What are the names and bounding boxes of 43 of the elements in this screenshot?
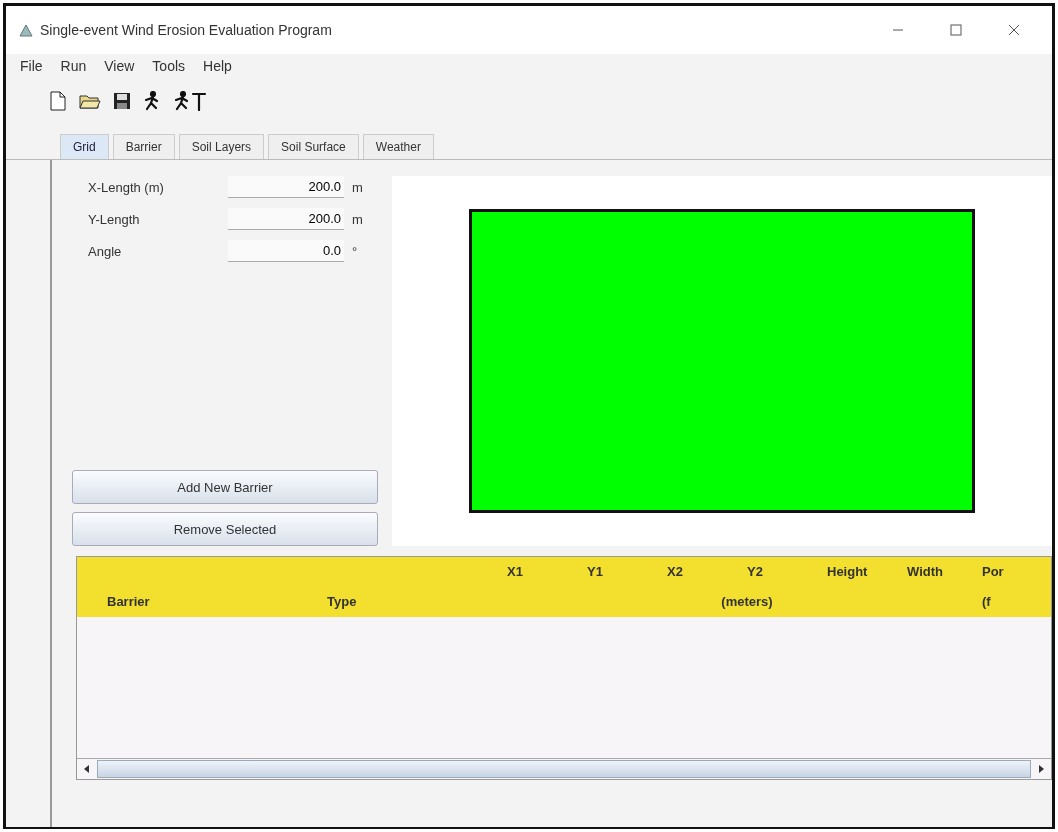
left-arrow-icon xyxy=(83,765,91,773)
tab[interactable]: Soil Surface xyxy=(268,134,359,159)
column-header: (f xyxy=(982,594,991,610)
unit-label: ° xyxy=(351,243,359,259)
maximize-icon xyxy=(950,24,962,36)
right-arrow-icon xyxy=(1037,765,1045,773)
new-file-icon xyxy=(49,91,67,111)
field-label: X-Length (m) xyxy=(88,179,165,195)
folder-icon xyxy=(79,92,101,110)
horizontal-scrollbar[interactable] xyxy=(77,758,1051,779)
column-header: Width xyxy=(907,564,943,580)
action-button[interactable]: Add New Barrier xyxy=(72,470,378,504)
menu-item[interactable]: Tools xyxy=(152,58,186,74)
unit-header: (meters) xyxy=(721,594,773,610)
menu-item[interactable]: File xyxy=(20,58,43,74)
column-header: Height xyxy=(827,564,868,580)
column-header: X1 xyxy=(507,564,523,580)
menu-item[interactable]: Help xyxy=(203,58,232,74)
running-figure-text-icon xyxy=(173,91,209,111)
column-header: Barrier xyxy=(107,594,150,610)
column-header: Y2 xyxy=(747,564,763,580)
tab[interactable]: Weather xyxy=(362,134,434,159)
close-icon xyxy=(1008,24,1020,36)
column-header: Por xyxy=(982,564,1004,580)
action-button[interactable]: Remove Selected xyxy=(72,512,378,546)
input-field[interactable]: 200.0 xyxy=(228,176,344,198)
field-label: Angle xyxy=(88,243,123,259)
column-header: Type xyxy=(327,594,357,610)
window-title: Single-event Wind Erosion Evaluation Program xyxy=(40,22,332,38)
running-figure-icon xyxy=(143,91,161,111)
tab[interactable]: Barrier xyxy=(112,134,175,159)
unit-label: m xyxy=(351,211,364,227)
field-label: Y-Length xyxy=(88,211,141,227)
menu-item[interactable]: View xyxy=(104,58,135,74)
app-icon xyxy=(18,22,34,38)
input-field[interactable]: 0.0 xyxy=(228,240,344,262)
tab[interactable]: Grid xyxy=(60,134,109,159)
menu-item[interactable]: Run xyxy=(60,58,87,74)
column-header: Y1 xyxy=(587,564,603,580)
column-header: X2 xyxy=(667,564,683,580)
tab[interactable]: Soil Layers xyxy=(178,134,265,159)
unit-label: m xyxy=(351,179,364,195)
input-field[interactable]: 200.0 xyxy=(228,208,344,230)
